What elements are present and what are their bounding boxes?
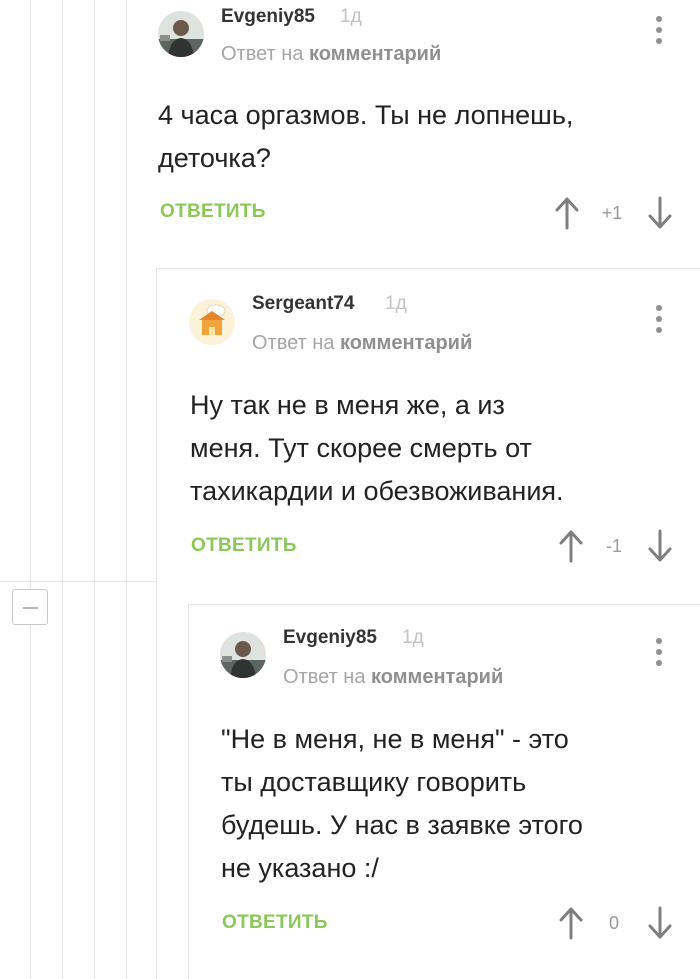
comment-time: 1д — [385, 293, 407, 314]
comment-author[interactable]: Sergeant74 — [252, 293, 354, 315]
comment-score: 0 — [608, 913, 619, 933]
user-photo-avatar-icon — [158, 11, 204, 57]
comment-text-line: тахикардии и обезвоживания. — [190, 476, 564, 506]
comment-text-line: 4 часа оргазмов. Ты не лопнешь, — [158, 100, 574, 130]
comment-text: "Не в меня, не в меня" - это ты доставщи… — [221, 718, 583, 890]
more-vertical-icon[interactable] — [654, 638, 664, 672]
comment-text: 4 часа оргазмов. Ты не лопнешь, деточка? — [158, 94, 573, 180]
reply-button[interactable]: ОТВЕТИТЬ — [160, 201, 266, 223]
comment-text-line: будешь. У нас в заявке этого — [221, 810, 583, 840]
user-avatar[interactable] — [158, 11, 204, 57]
arrow-down-icon[interactable] — [647, 906, 673, 940]
arrow-up-icon[interactable] — [558, 906, 584, 940]
comment-score: -1 — [605, 536, 622, 556]
comment-text-line: деточка? — [158, 143, 271, 173]
collapse-thread-button[interactable] — [12, 589, 48, 625]
arrow-down-icon[interactable] — [647, 529, 673, 563]
comment-text-line: ты доставщику говорить — [221, 767, 527, 797]
reply-to-prefix: Ответ на — [221, 43, 304, 65]
reply-to-prefix: Ответ на — [283, 666, 366, 688]
reply-to-prefix: Ответ на — [252, 332, 335, 354]
thread-line — [62, 0, 63, 979]
arrow-up-icon[interactable] — [554, 196, 580, 230]
thread-divider — [188, 604, 700, 605]
thread-divider — [156, 268, 700, 269]
reply-to-link[interactable]: комментарий — [309, 43, 441, 65]
user-avatar[interactable] — [220, 632, 266, 678]
comment-text-line: "Не в меня, не в меня" - это — [221, 724, 569, 754]
comment-text-line: меня. Тут скорее смерть от — [190, 433, 532, 463]
thread-divider — [0, 581, 156, 582]
comment-text-line: Ну так не в меня же, а из — [190, 390, 505, 420]
user-avatar[interactable] — [189, 299, 235, 345]
arrow-up-icon[interactable] — [558, 529, 584, 563]
thread-line — [188, 604, 189, 979]
thread-line — [126, 0, 127, 979]
more-vertical-icon[interactable] — [654, 305, 664, 339]
reply-button[interactable]: ОТВЕТИТЬ — [191, 535, 297, 557]
arrow-down-icon[interactable] — [647, 196, 673, 230]
reply-to-link[interactable]: комментарий — [371, 666, 503, 688]
thread-line — [30, 0, 31, 979]
thread-line — [94, 0, 95, 979]
thread-line — [156, 268, 157, 979]
comment-text: Ну так не в меня же, а из меня. Тут скор… — [190, 384, 564, 513]
comment-text-line: не указано :/ — [221, 853, 379, 883]
comment-score: +1 — [601, 203, 623, 223]
user-photo-avatar-icon — [220, 632, 266, 678]
comment-time: 1д — [402, 627, 424, 648]
comment-author[interactable]: Evgeniy85 — [221, 6, 315, 28]
comment-time: 1д — [340, 6, 362, 27]
comment-author[interactable]: Evgeniy85 — [283, 627, 377, 649]
reply-to-info: Ответ на комментарий — [221, 43, 441, 66]
minus-icon — [23, 607, 38, 609]
reply-button[interactable]: ОТВЕТИТЬ — [222, 912, 328, 934]
reply-to-info: Ответ на комментарий — [283, 666, 503, 689]
reply-to-info: Ответ на комментарий — [252, 332, 472, 355]
reply-to-link[interactable]: комментарий — [340, 332, 472, 354]
more-vertical-icon[interactable] — [654, 16, 664, 50]
cartoon-house-avatar-icon — [189, 299, 235, 345]
